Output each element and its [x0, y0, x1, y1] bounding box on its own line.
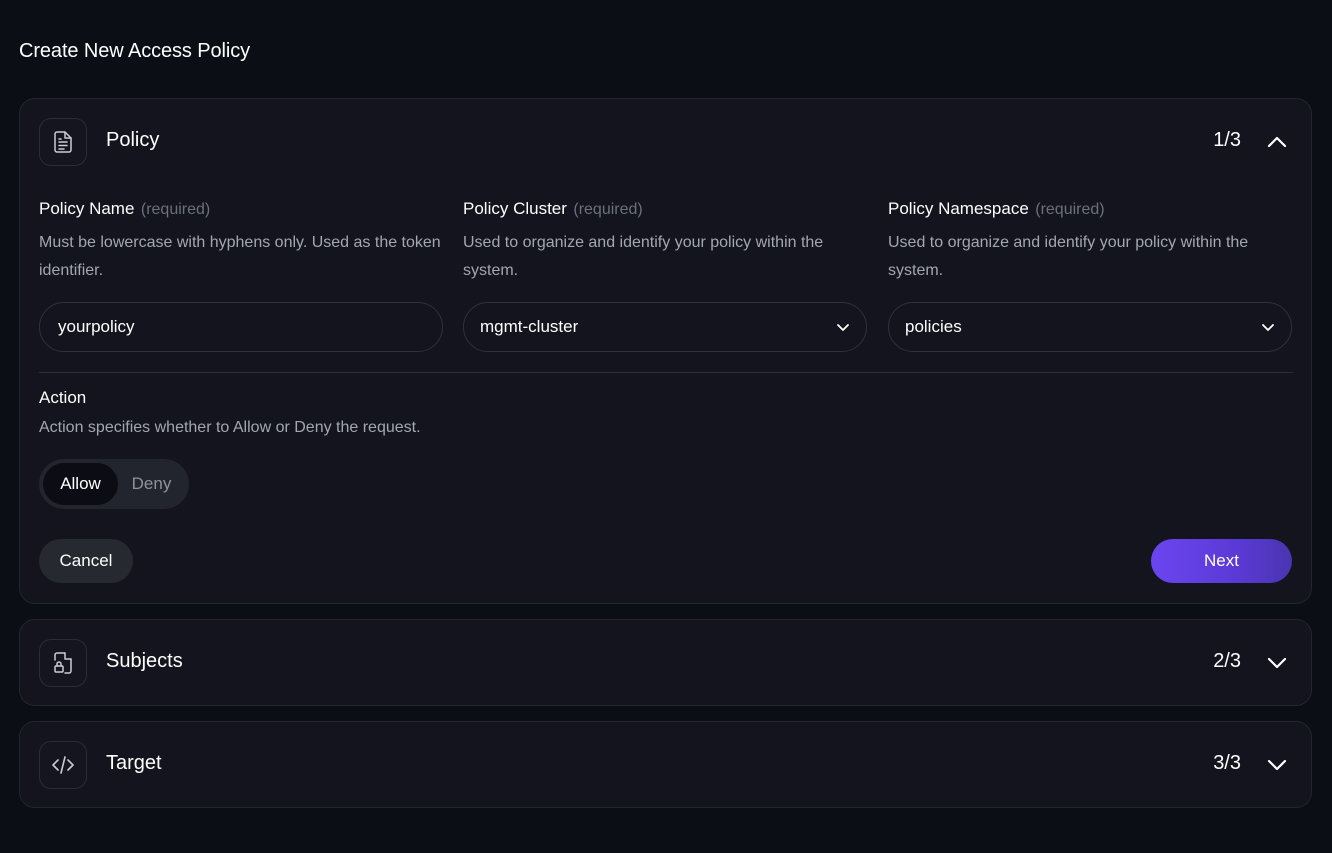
action-label: Action [39, 388, 87, 407]
action-help: Action specifies whether to Allow or Den… [39, 419, 421, 436]
section-title: Policy [106, 129, 160, 151]
policy-namespace-select[interactable]: policies [888, 302, 1292, 352]
section-title: Target [106, 752, 162, 774]
policy-section: Policy 1/3 Policy Name (required) Must b… [19, 98, 1312, 604]
policy-namespace-field: Policy Namespace (required) Used to orga… [888, 199, 1292, 285]
policy-name-label: Policy Name (required) [39, 199, 443, 219]
document-icon [39, 118, 87, 166]
required-hint: (required) [573, 201, 643, 218]
next-button[interactable]: Next [1151, 539, 1292, 583]
page-title: Create New Access Policy [19, 40, 251, 62]
selected-value: mgmt-cluster [480, 317, 579, 336]
label-text: Policy Cluster [463, 199, 567, 218]
divider [39, 372, 1293, 373]
policy-cluster-field: Policy Cluster (required) Used to organi… [463, 199, 867, 285]
step-indicator: 3/3 [1213, 752, 1241, 774]
policy-name-input[interactable] [39, 302, 443, 352]
policy-cluster-label: Policy Cluster (required) [463, 199, 867, 219]
policy-name-field: Policy Name (required) Must be lowercase… [39, 199, 443, 285]
selected-value: policies [905, 317, 962, 336]
chevron-down-icon [1261, 317, 1275, 337]
cancel-button[interactable]: Cancel [39, 539, 133, 583]
file-lock-icon [39, 639, 87, 687]
chevron-down-icon[interactable] [1265, 753, 1289, 777]
action-deny-option[interactable]: Deny [118, 463, 185, 505]
section-title: Subjects [106, 650, 183, 672]
policy-name-help: Must be lowercase with hyphens only. Use… [39, 234, 441, 279]
subjects-section[interactable]: Subjects 2/3 [19, 619, 1312, 706]
chevron-down-icon[interactable] [1265, 651, 1289, 675]
code-icon [39, 741, 87, 789]
step-indicator: 2/3 [1213, 650, 1241, 672]
step-indicator: 1/3 [1213, 129, 1241, 151]
action-toggle: Allow Deny [39, 459, 189, 509]
label-text: Policy Namespace [888, 199, 1029, 218]
action-allow-option[interactable]: Allow [43, 463, 118, 505]
policy-section-header[interactable]: Policy 1/3 [20, 99, 1311, 183]
label-text: Policy Name [39, 199, 135, 218]
chevron-up-icon[interactable] [1265, 130, 1289, 154]
policy-namespace-help: Used to organize and identify your polic… [888, 234, 1249, 279]
chevron-down-icon [836, 317, 850, 337]
subjects-section-header[interactable]: Subjects 2/3 [20, 620, 1311, 704]
policy-cluster-select[interactable]: mgmt-cluster [463, 302, 867, 352]
policy-namespace-label: Policy Namespace (required) [888, 199, 1292, 219]
required-hint: (required) [140, 201, 211, 218]
target-section-header[interactable]: Target 3/3 [20, 722, 1311, 806]
target-section[interactable]: Target 3/3 [19, 721, 1312, 808]
required-hint: (required) [1035, 201, 1105, 218]
policy-cluster-help: Used to organize and identify your polic… [463, 234, 824, 279]
